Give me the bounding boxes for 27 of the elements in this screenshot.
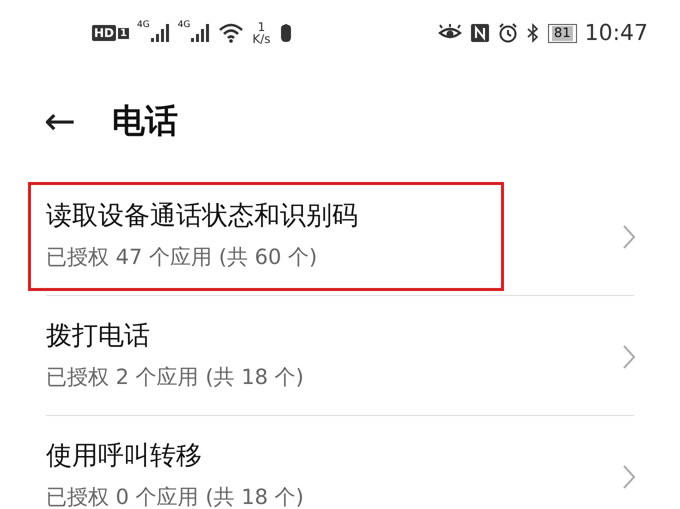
item-title: 使用呼叫转移 — [46, 440, 203, 472]
item-subtitle: 已授权 47 个应用 (共 60 个) — [46, 244, 318, 270]
clock-time: 10:47 — [584, 20, 648, 46]
chevron-icon — [622, 344, 636, 370]
chevron-icon — [622, 464, 636, 490]
permission-item[interactable]: 读取设备通话状态和识别码 已授权 47 个应用 (共 60 个) — [0, 176, 680, 296]
signal-icon — [190, 24, 210, 42]
nfc-icon — [470, 23, 490, 43]
wifi-icon — [218, 23, 244, 43]
bluetooth-icon — [526, 23, 540, 43]
item-title: 拨打电话 — [46, 320, 151, 352]
item-subtitle: 已授权 0 个应用 (共 18 个) — [46, 484, 304, 509]
chevron-icon — [622, 224, 636, 250]
speed-unit: K/s — [252, 33, 271, 45]
back-button[interactable]: ← — [44, 99, 76, 143]
alarm-icon — [498, 23, 518, 43]
item-subtitle: 已授权 2 个应用 (共 18 个) — [46, 364, 304, 390]
page-title: 电话 — [112, 100, 178, 142]
signal-icon — [150, 24, 170, 42]
item-title: 读取设备通话状态和识别码 — [46, 200, 358, 232]
speed-value: 1 — [258, 21, 266, 33]
hd-badge: HD — [92, 25, 116, 41]
battery-level: 81 — [552, 26, 573, 40]
network-label: 4G — [178, 20, 190, 30]
permission-item[interactable]: 拨打电话 已授权 2 个应用 (共 18 个) — [0, 296, 680, 416]
sim-badge: 1 — [118, 28, 129, 38]
network-label: 4G — [136, 20, 150, 30]
